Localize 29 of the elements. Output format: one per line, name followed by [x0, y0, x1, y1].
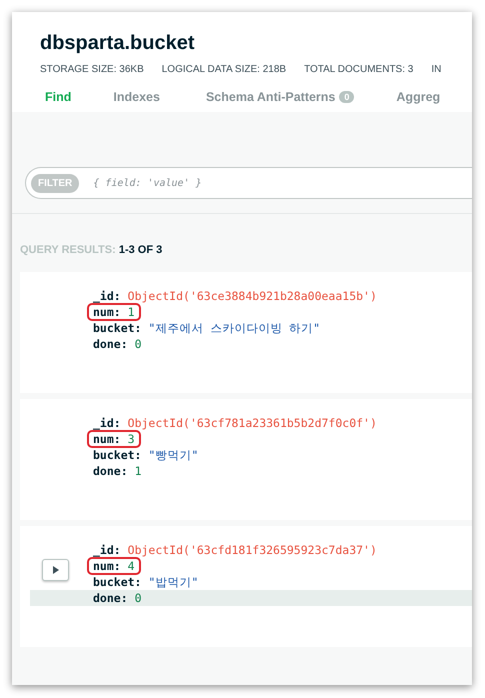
- document-field: num: 4: [87, 557, 141, 575]
- document-field: bucket: "제주에서 스카이다이빙 하기": [93, 320, 320, 336]
- query-results-count: 1-3 OF 3: [118, 244, 162, 256]
- query-results-label: QUERY RESULTS:: [20, 244, 116, 256]
- collection-stat: TOTAL DOCUMENTS: 3: [304, 64, 414, 75]
- count-badge: 0: [339, 91, 354, 103]
- collection-title: dbsparta.bucket: [40, 31, 196, 56]
- tab[interactable]: Indexes: [113, 90, 160, 112]
- tab[interactable]: Schema Anti-Patterns 0: [206, 90, 354, 112]
- collection-stat: LOGICAL DATA SIZE: 218B: [162, 64, 286, 75]
- document-field: num: 3: [87, 430, 141, 448]
- tab[interactable]: Find: [45, 90, 72, 112]
- document-field: _id: ObjectId('63ce3884b921b28a00eaa15b'): [93, 288, 377, 304]
- collection-stat: IN: [431, 64, 442, 75]
- document-field: _id: ObjectId('63cfd181f326595923c7da37'): [93, 542, 377, 558]
- document-field: done: 0: [93, 590, 142, 606]
- tab[interactable]: Aggreg: [396, 90, 440, 112]
- document-field: done: 0: [93, 336, 142, 352]
- filter-label: FILTER: [31, 174, 80, 192]
- document-field: done: 1: [93, 463, 142, 479]
- filter-field[interactable]: FILTER { field: 'value' }: [25, 167, 472, 199]
- expand-button[interactable]: [42, 559, 69, 581]
- document-field: _id: ObjectId('63cf781a23361b5b2d7f0c0f'): [93, 415, 377, 431]
- collection-stat: STORAGE SIZE: 36KB: [40, 64, 144, 75]
- document-field: bucket: "밥먹기": [93, 574, 198, 590]
- document-field: num: 1: [87, 303, 141, 321]
- document-field: bucket: "빵먹기": [93, 447, 198, 463]
- filter-input[interactable]: { field: 'value' }: [91, 176, 472, 190]
- play-triangle-icon: [52, 566, 58, 574]
